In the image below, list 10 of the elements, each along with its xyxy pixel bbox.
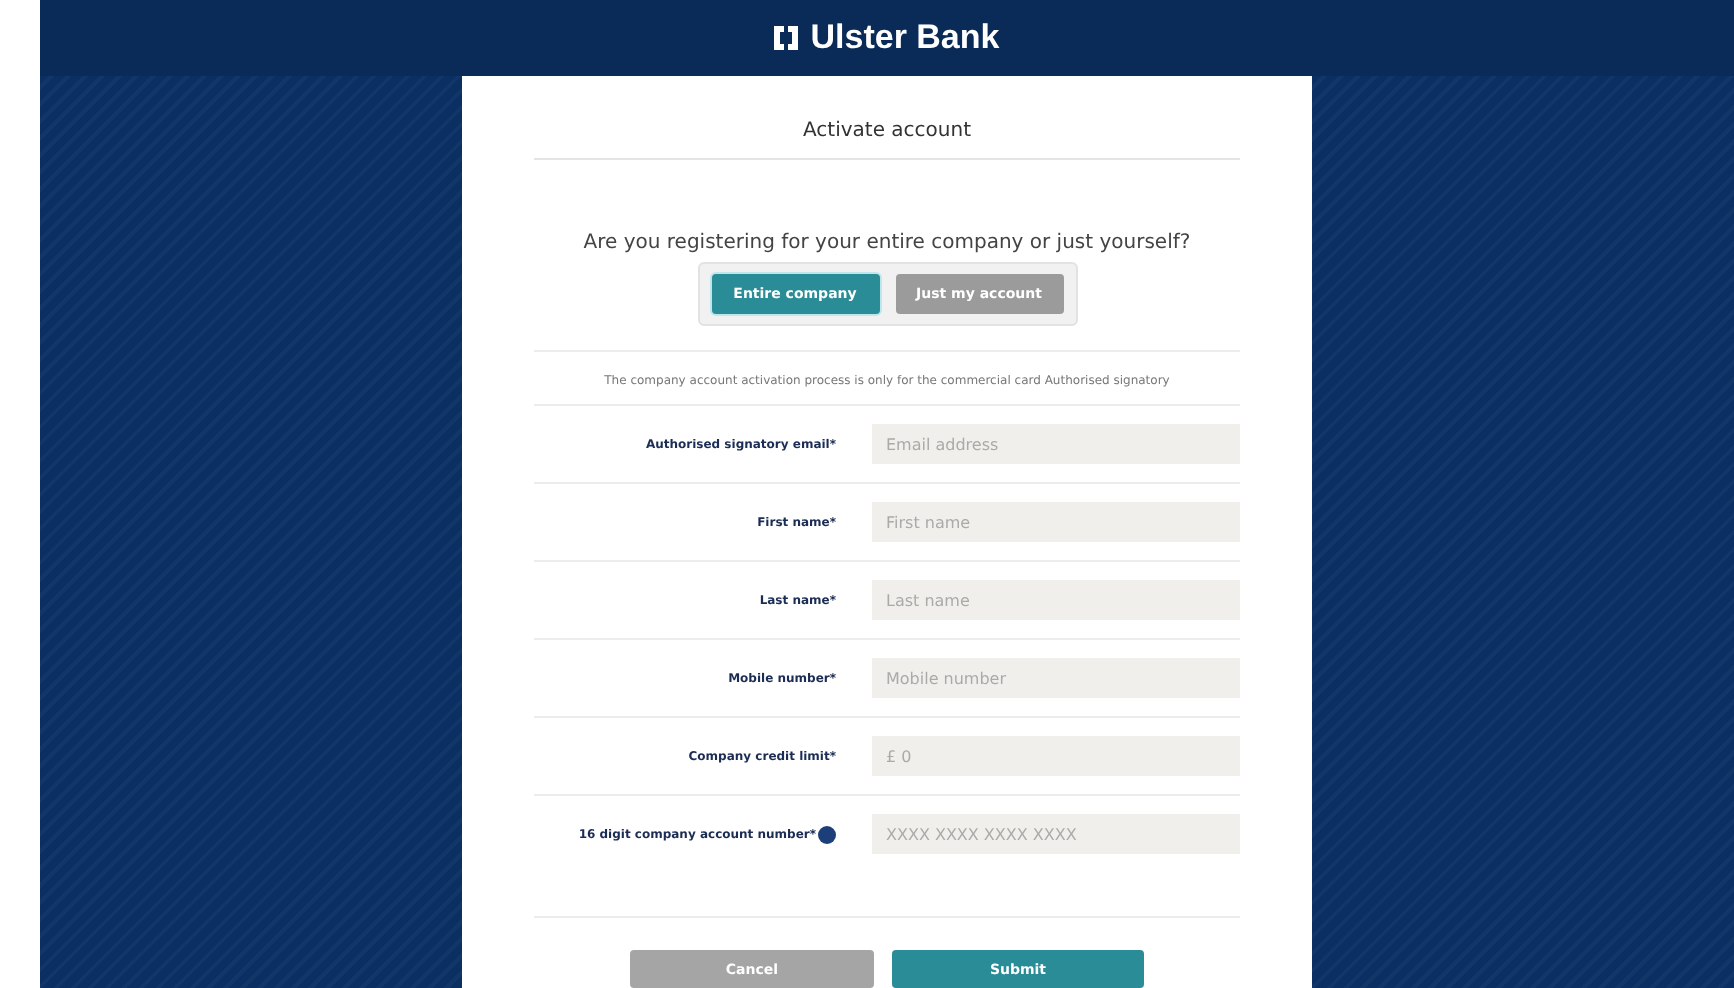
input-field[interactable]: £ 0 [872,736,1240,776]
input-field[interactable]: First name [872,502,1240,542]
input-field[interactable]: Last name [872,580,1240,620]
form-title: Activate account [534,76,1240,160]
question-text: Are you registering for your entire company or just yourself? [581,232,1193,254]
input-field[interactable]: XXXX XXXX XXXX XXXX [872,814,1240,854]
logo-icon [774,26,799,50]
brand-name: Ulster Bank [810,18,1000,58]
input-field[interactable]: Email address [872,424,1240,464]
input-field[interactable]: Mobile number [872,658,1240,698]
